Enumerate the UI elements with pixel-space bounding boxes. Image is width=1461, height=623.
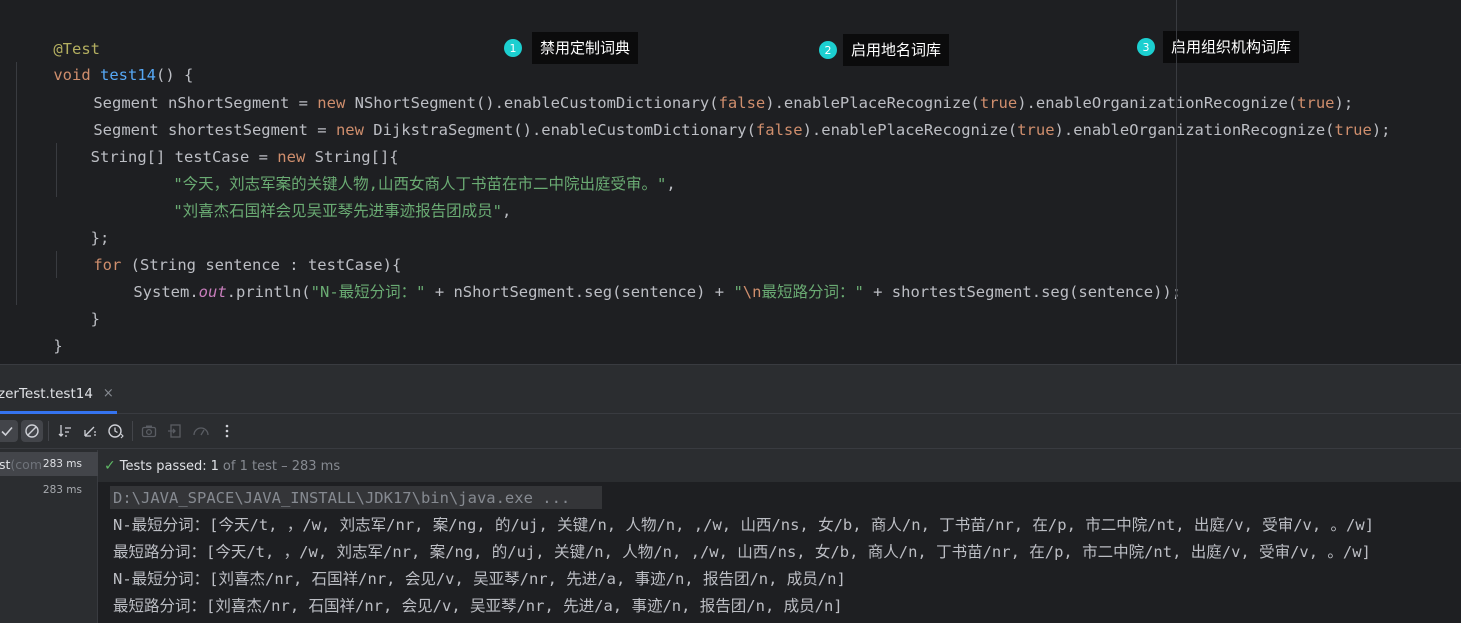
speedometer-icon[interactable] [190, 420, 212, 442]
code-line-8: }; [16, 198, 110, 247]
constructor-call: DijkstraSegment().enableCustomDictionary… [363, 121, 756, 139]
comma: , [502, 202, 512, 220]
code-line-2: void test14() { [16, 35, 193, 84]
code-line-9: for (String sentence : testCase){ [56, 225, 401, 274]
test-duration: 283 ms [42, 484, 82, 496]
statement-end: ); [1371, 121, 1391, 139]
static-field-out: out [198, 283, 227, 301]
toolbar-separator [48, 421, 49, 441]
escape-sequence: \n [742, 283, 762, 301]
code-line-1: @Test [16, 9, 100, 58]
callout-label: 启用组织机构词库 [1163, 31, 1300, 63]
code-line-4: Segment shortestSegment = new DijkstraSe… [56, 90, 1390, 139]
show-ignored-icon[interactable] [21, 420, 43, 442]
run-tab[interactable]: zerTest.test14 × [0, 373, 114, 414]
code-line-3: Segment nShortSegment = new NShortSegmen… [56, 63, 1353, 112]
string-literal: " [733, 283, 743, 301]
bool-literal: true [1017, 121, 1055, 139]
code-line-7: "刘喜杰石国祥会见吴亚琴先进事迹报告团成员", [136, 171, 511, 220]
run-panel: zerTest.test14 × st (com 283 ms 283 ms ✓… [0, 373, 1461, 623]
console-line: 最短路分词：[今天/t, ，/w, 刘志军/nr, 案/ng, 的/uj, 关键… [113, 543, 1371, 561]
test-tree: st (com 283 ms 283 ms [0, 450, 98, 623]
code-line-5: String[] testCase = new String[]{ [56, 117, 399, 166]
bool-literal: true [1334, 121, 1372, 139]
console-line: N-最短分词：[今天/t, ，/w, 刘志军/nr, 案/ng, 的/uj, 关… [113, 516, 1375, 534]
import-icon[interactable] [164, 420, 186, 442]
callout-3: 3 启用组织机构词库 [1137, 31, 1300, 63]
tests-passed-label: Tests passed: [119, 458, 207, 474]
console-output[interactable]: D:\JAVA_SPACE\JAVA_INSTALL\JDK17\bin\jav… [98, 482, 1461, 623]
run-tab-bar: zerTest.test14 × [0, 373, 1461, 414]
toolbar-separator [132, 421, 133, 441]
bool-literal: false [755, 121, 803, 139]
string-literal: "N-最短分词：" [310, 283, 426, 301]
test-tree-item[interactable]: 283 ms [0, 478, 98, 502]
code-line-12: } [16, 306, 62, 355]
string-literal: 最短路分词：" [761, 283, 864, 301]
concat-expr: + nShortSegment.seg(sentence) + [425, 283, 734, 301]
history-clock-icon[interactable] [105, 420, 127, 442]
panel-splitter[interactable] [0, 364, 1461, 373]
test-toolbar [0, 414, 1461, 449]
callout-label: 启用地名词库 [843, 34, 950, 66]
code-line-6: "今天，刘志军案的关键人物,山西女商人丁书苗在市二中院出庭受审。", [136, 144, 675, 193]
more-options-icon[interactable] [216, 420, 238, 442]
callout-number: 2 [819, 41, 837, 59]
camera-icon[interactable] [138, 420, 160, 442]
system-ref: System. [133, 283, 199, 301]
callout-1: 1 禁用定制词典 [504, 32, 639, 64]
close-icon[interactable]: × [103, 386, 114, 401]
test-tree-root[interactable]: st (com 283 ms [0, 452, 98, 476]
method-close: } [53, 337, 63, 355]
sort-by-duration-icon[interactable] [79, 420, 101, 442]
console-line: N-最短分词：[刘喜杰/nr, 石国祥/nr, 会见/v, 吴亚琴/nr, 先进… [113, 570, 846, 588]
callout-2: 2 启用地名词库 [819, 34, 950, 66]
console-command-line[interactable]: D:\JAVA_SPACE\JAVA_INSTALL\JDK17\bin\jav… [113, 485, 570, 512]
test-class-name: st [0, 456, 11, 472]
println-call: .println( [226, 283, 311, 301]
method-call: ).enablePlaceRecognize( [802, 121, 1018, 139]
callout-number: 3 [1137, 38, 1155, 56]
tests-passed-count: 1 [210, 458, 219, 474]
check-icon: ✓ [104, 458, 116, 474]
test-duration: 283 ms [42, 458, 82, 470]
tests-passed-detail: of 1 test – 283 ms [222, 458, 341, 474]
show-passed-check-icon[interactable] [0, 420, 18, 442]
method-call: ).enableOrganizationRecognize( [1054, 121, 1335, 139]
console-line: 最短路分词：[刘喜杰/nr, 石国祥/nr, 会见/v, 吴亚琴/nr, 先进/… [113, 597, 843, 615]
code-line-11: } [16, 279, 100, 328]
run-tab-title: zerTest.test14 [0, 385, 93, 402]
code-line-10: System.out.println("N-最短分词：" + nShortSeg… [96, 252, 1181, 301]
test-status-bar: ✓ Tests passed: 1 of 1 test – 283 ms [98, 450, 1461, 482]
string-literal: "刘喜杰石国祥会见吴亚琴先进事迹报告团成员" [173, 202, 502, 220]
concat-expr: + shortestSegment.seg(sentence)); [863, 283, 1182, 301]
test-class-package: (com [10, 456, 42, 472]
comma: , [666, 175, 676, 193]
callout-number: 1 [504, 39, 522, 57]
callout-label: 禁用定制词典 [532, 32, 639, 64]
sort-alphabetically-icon[interactable] [54, 420, 76, 442]
right-margin-guide [1176, 0, 1177, 372]
